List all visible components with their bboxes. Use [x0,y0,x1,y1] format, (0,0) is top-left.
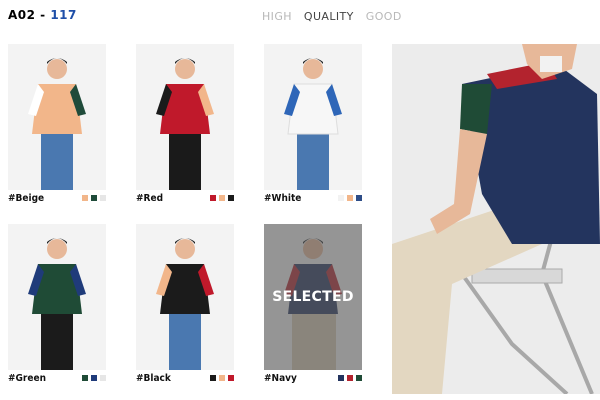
color-swatches [338,375,362,381]
product-photo[interactable]: SELECTED [264,224,362,370]
color-swatch[interactable] [219,195,225,201]
product-code-number: 117 [50,8,77,22]
model-illustration [264,44,362,190]
model-illustration [8,44,106,190]
product-photo[interactable] [264,44,362,190]
color-swatch[interactable] [91,195,97,201]
product-photo[interactable] [136,224,234,370]
color-swatch[interactable] [210,375,216,381]
product-photo[interactable] [8,224,106,370]
pants [297,134,329,190]
color-swatches [82,195,106,201]
color-swatch[interactable] [347,375,353,381]
color-label: #Beige [8,192,45,204]
color-swatch[interactable] [91,375,97,381]
model-illustration [136,44,234,190]
pants [169,314,201,370]
color-swatch[interactable] [100,375,106,381]
product-photo[interactable] [8,44,106,190]
color-swatch[interactable] [82,375,88,381]
tab-good[interactable]: GOOD [366,10,402,23]
color-label: #Black [136,372,171,384]
product-card-beige[interactable]: #Beige [8,44,106,204]
model-illustration [8,224,106,370]
pants [41,134,73,190]
quality-tabs: HIGH QUALITY GOOD [262,10,402,23]
product-card-green[interactable]: #Green [8,224,106,384]
color-swatch[interactable] [347,195,353,201]
product-photo[interactable] [136,44,234,190]
tab-quality[interactable]: QUALITY [304,10,354,23]
color-swatch[interactable] [228,375,234,381]
color-swatch[interactable] [338,375,344,381]
color-label: #Navy [264,372,297,384]
hero-sleeve [460,84,492,134]
color-swatch[interactable] [210,195,216,201]
color-swatch[interactable] [338,195,344,201]
color-label: #White [264,192,302,204]
hero-model-illustration [392,44,600,394]
color-label: #Red [136,192,164,204]
color-swatches [210,195,234,201]
pants [169,134,201,190]
product-code-prefix: A02 - [8,8,51,22]
color-swatch[interactable] [356,195,362,201]
color-label: #Green [8,372,46,384]
color-swatch[interactable] [219,375,225,381]
model-illustration [136,224,234,370]
product-code: A02 - 117 [8,8,77,22]
color-swatches [338,195,362,201]
product-card-white[interactable]: #White [264,44,362,204]
tab-high[interactable]: HIGH [262,10,292,23]
product-card-black[interactable]: #Black [136,224,234,384]
selected-overlay: SELECTED [264,224,362,370]
color-swatch[interactable] [356,375,362,381]
color-swatch[interactable] [100,195,106,201]
color-swatches [210,375,234,381]
product-card-navy[interactable]: SELECTED #Navy [264,224,362,384]
color-swatch[interactable] [228,195,234,201]
color-swatches [82,375,106,381]
product-card-red[interactable]: #Red [136,44,234,204]
selected-label: SELECTED [272,289,354,305]
color-swatch[interactable] [82,195,88,201]
hero-product-image [392,44,600,394]
pants [41,314,73,370]
